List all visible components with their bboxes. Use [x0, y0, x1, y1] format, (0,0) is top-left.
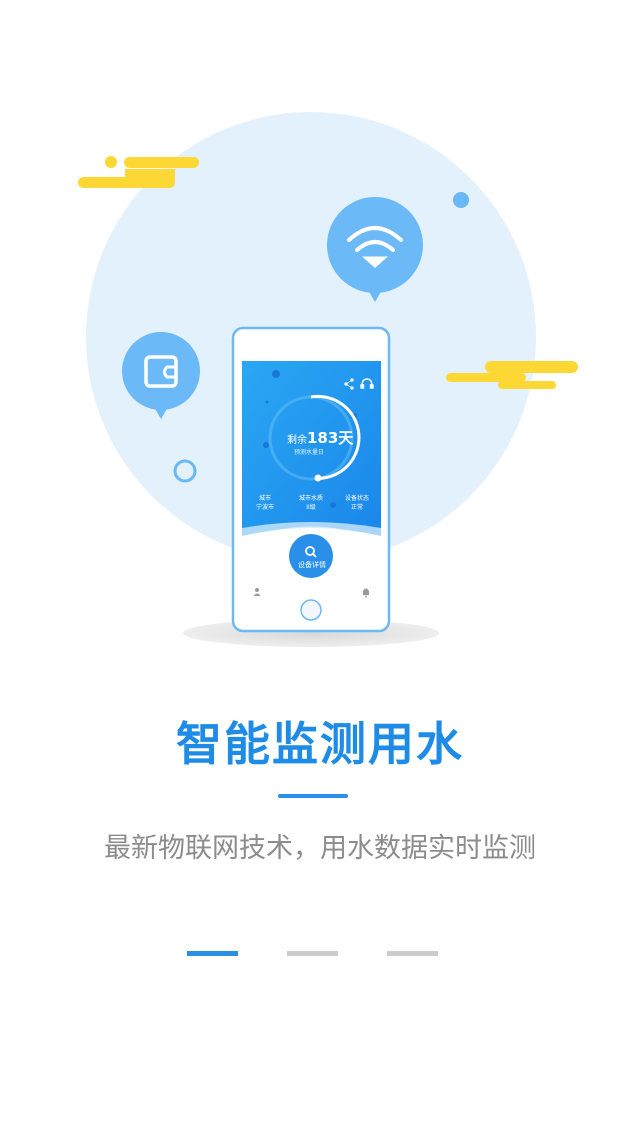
stat-value: II级	[306, 504, 316, 511]
device-detail-circle	[289, 534, 333, 578]
decor-dot-blue	[453, 192, 469, 208]
page-indicator-dot-2[interactable]	[287, 951, 338, 956]
stat-value: 宁波市	[255, 504, 274, 511]
stat-label: 城市水质	[298, 495, 323, 502]
page-indicator	[187, 951, 442, 957]
page-indicator-dot-1[interactable]	[187, 951, 238, 956]
phone-mockup	[231, 326, 391, 633]
device-detail-label: 设备详情	[298, 561, 326, 569]
page-indicator-dot-3[interactable]	[387, 951, 438, 956]
stat-city: 城市 宁波市	[240, 494, 290, 512]
stat-water-quality: 城市水质 II级	[286, 494, 336, 512]
title-underline	[278, 794, 348, 798]
remaining-prefix: 剩余	[287, 435, 307, 446]
home-button	[300, 599, 322, 621]
stat-value: 正常	[350, 504, 363, 511]
hero-illustration: 剩余183天 预测水量日 城市 宁波市 城市水质 II级 设备状态 正常 设备详…	[0, 0, 640, 680]
page-title: 智能监测用水	[176, 717, 464, 771]
remaining-days: 剩余183天	[287, 431, 353, 446]
onboarding-page: 剩余183天 预测水量日 城市 宁波市 城市水质 II级 设备状态 正常 设备详…	[0, 0, 640, 1136]
stat-device-status: 设备状态 正常	[332, 494, 382, 512]
remaining-value: 183天	[307, 429, 354, 447]
remaining-sub-label: 预测水量日	[294, 449, 325, 456]
page-subtitle: 最新物联网技术，用水数据实时监测	[104, 833, 536, 864]
stat-label: 城市	[258, 495, 271, 502]
stat-label: 设备状态	[344, 495, 369, 502]
